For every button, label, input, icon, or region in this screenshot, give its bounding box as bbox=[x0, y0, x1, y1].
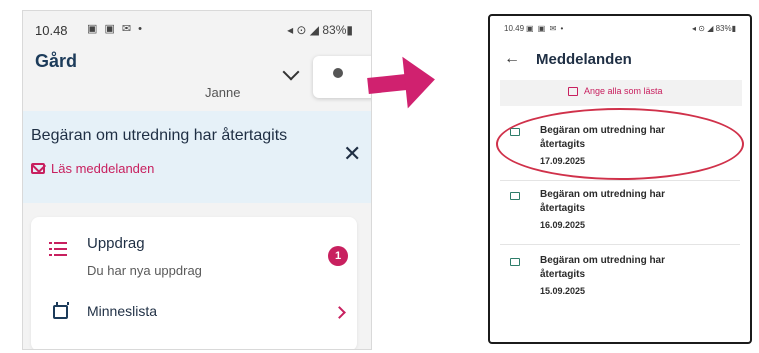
count-badge: 1 bbox=[328, 246, 348, 266]
notification-banner: Begäran om utredning har återtagits Läs … bbox=[23, 111, 371, 203]
mark-all-read-button[interactable]: Ange alla som lästa bbox=[500, 80, 742, 106]
left-phone-screenshot: 10.48 ▣ ▣ ✉ • ◂ ⊙ ◢ 83%▮ Gård Janne Begä… bbox=[22, 10, 372, 350]
system-icons: ◂ ⊙ ◢ 83%▮ bbox=[287, 23, 353, 37]
profile-icon bbox=[333, 68, 343, 78]
menu-item-subtitle: Du har nya uppdrag bbox=[87, 263, 202, 278]
page-title: Gård bbox=[35, 51, 78, 71]
chevron-down-icon[interactable] bbox=[282, 63, 300, 81]
menu-card: Uppdrag Du har nya uppdrag 1 Minneslista bbox=[31, 217, 357, 349]
message-title: Begäran om utredning har återtagits bbox=[540, 189, 666, 214]
read-messages-label: Läs meddelanden bbox=[51, 161, 155, 176]
mail-icon bbox=[31, 163, 45, 174]
calendar-icon bbox=[53, 302, 69, 319]
mail-icon bbox=[510, 192, 520, 200]
status-time: 10.48 bbox=[35, 23, 68, 38]
mark-all-read-label: Ange alla som lästa bbox=[584, 86, 663, 96]
arrow-right-icon bbox=[402, 53, 438, 109]
page-title: Meddelanden bbox=[536, 51, 632, 68]
mail-open-icon bbox=[568, 87, 578, 96]
checklist-icon bbox=[49, 241, 67, 257]
status-bar: 10.48 ▣ ▣ ✉ • ◂ ⊙ ◢ 83%▮ bbox=[35, 21, 361, 41]
back-arrow-icon[interactable]: ← bbox=[504, 50, 520, 68]
profile-button[interactable] bbox=[313, 56, 371, 98]
status-time: 10.49 bbox=[504, 24, 525, 33]
message-date: 16.09.2025 bbox=[540, 220, 586, 230]
message-title: Begäran om utredning har återtagits bbox=[540, 255, 666, 280]
chevron-right-icon bbox=[333, 306, 346, 319]
divider bbox=[500, 180, 740, 181]
notification-icons: ▣ ▣ ✉ • bbox=[526, 24, 565, 33]
system-icons: ◂ ⊙ ◢ 83%▮ bbox=[692, 24, 736, 33]
close-icon[interactable]: ✕ bbox=[343, 141, 361, 167]
user-name[interactable]: Janne bbox=[205, 85, 240, 100]
mail-icon bbox=[510, 258, 520, 266]
divider bbox=[500, 244, 740, 245]
menu-item-title: Uppdrag bbox=[87, 235, 145, 252]
banner-title: Begäran om utredning har återtagits bbox=[31, 127, 288, 144]
menu-item-title: Minneslista bbox=[87, 303, 158, 319]
notification-icons: ▣ ▣ ✉ • bbox=[87, 23, 145, 35]
status-bar: 10.49 ▣ ▣ ✉ • ◂ ⊙ ◢ 83%▮ bbox=[504, 24, 736, 38]
highlight-ellipse bbox=[496, 108, 744, 180]
message-date: 15.09.2025 bbox=[540, 286, 586, 296]
